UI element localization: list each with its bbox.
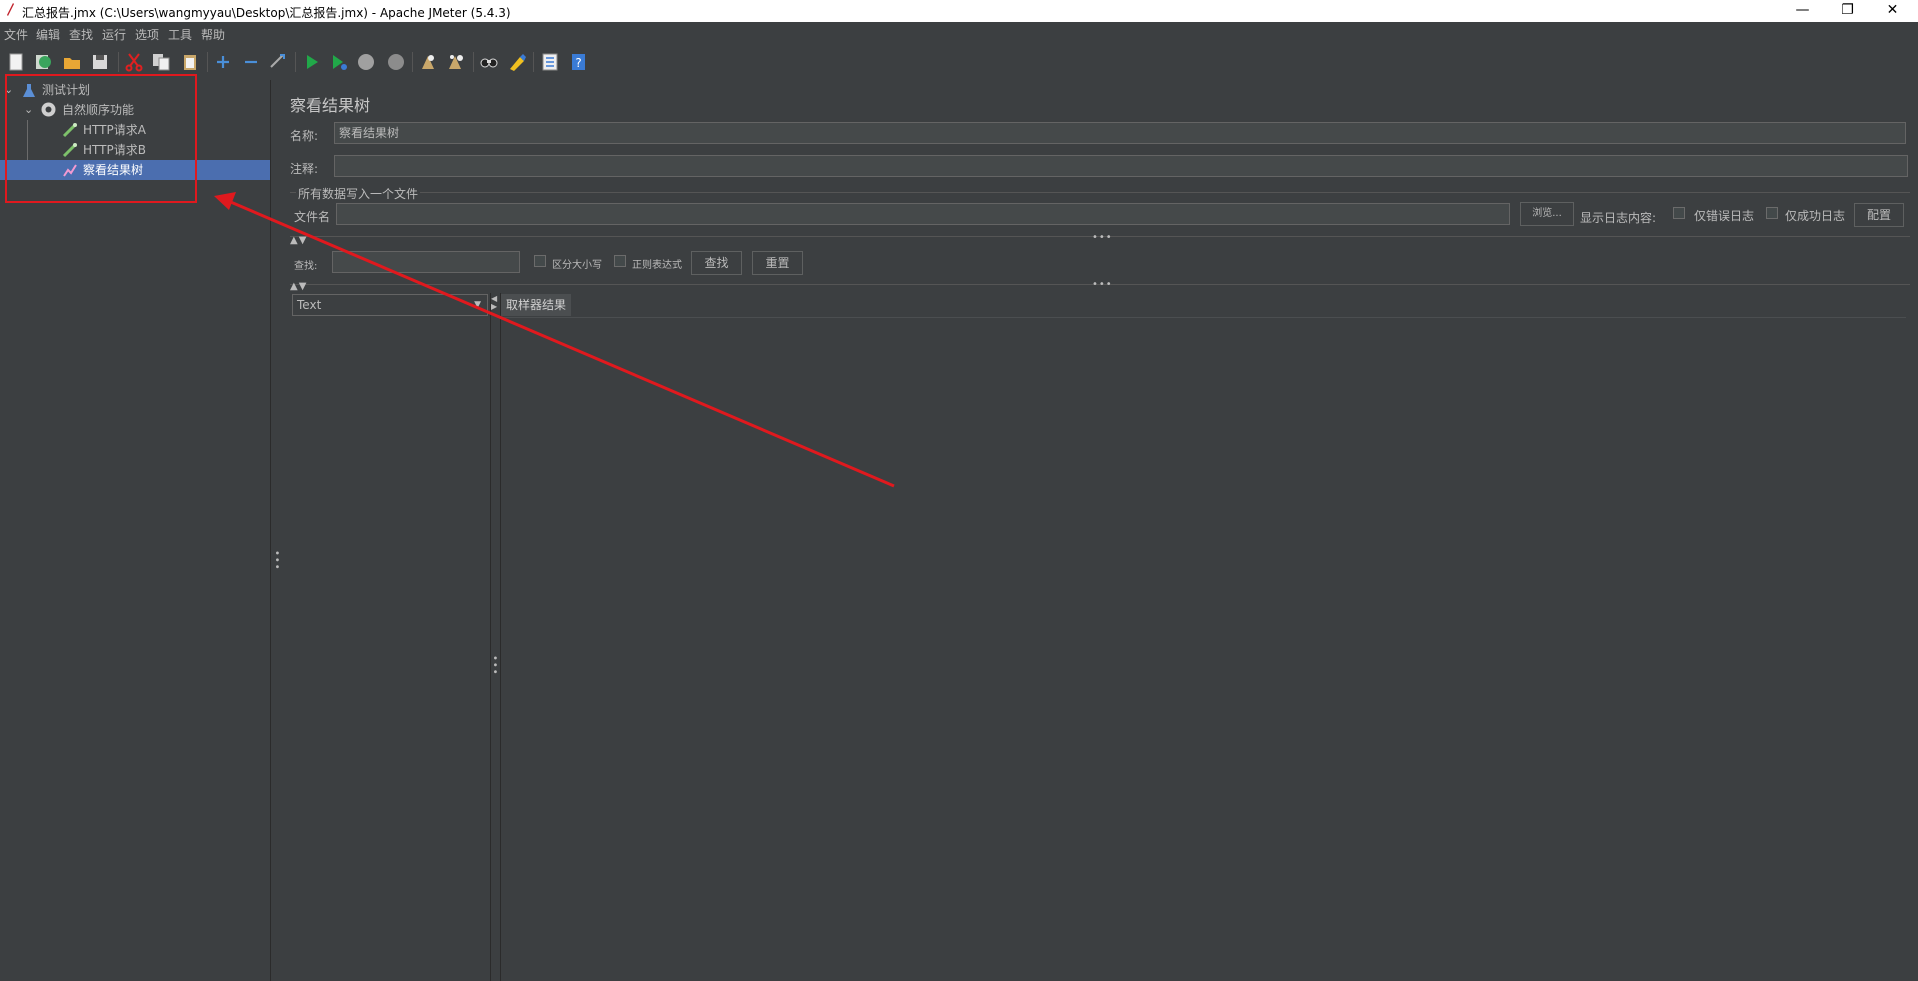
errors-only-checkbox[interactable] <box>1673 207 1685 219</box>
clear-all-icon[interactable] <box>446 52 466 72</box>
new-icon[interactable] <box>6 52 26 72</box>
success-only-checkbox[interactable] <box>1766 207 1778 219</box>
minimize-button[interactable]: — <box>1780 0 1825 22</box>
success-only-label: 仅成功日志 <box>1785 209 1846 223</box>
renderer-select-value: Text <box>297 298 322 312</box>
comment-input[interactable] <box>334 155 1908 177</box>
svg-text:?: ? <box>575 56 581 70</box>
test-plan-icon <box>23 84 35 97</box>
menu-file[interactable]: 文件 <box>4 26 28 43</box>
file-group-title: 所有数据写入一个文件 <box>296 185 421 202</box>
chevron-down-icon[interactable]: ⌄ <box>24 103 33 116</box>
renderer-select[interactable]: Text ▼ <box>292 294 488 316</box>
collapse-arrows-icon[interactable]: ◀ ▶ <box>491 295 498 311</box>
collapse-icon[interactable] <box>241 52 261 72</box>
tree-splitter[interactable]: ••• <box>270 80 282 981</box>
tree-item-http-a[interactable]: HTTP请求A <box>83 120 146 140</box>
toolbar-separator <box>412 52 413 72</box>
restore-button[interactable]: ❐ <box>1825 0 1870 22</box>
tree-item-selected-row[interactable]: 察看结果树 <box>0 160 270 180</box>
filename-input[interactable] <box>336 203 1510 225</box>
toggle-icon[interactable] <box>268 52 288 72</box>
search-icon[interactable] <box>479 52 499 72</box>
menu-search[interactable]: 查找 <box>69 26 93 43</box>
menu-help[interactable]: 帮助 <box>201 26 225 43</box>
save-icon[interactable] <box>90 52 110 72</box>
drag-handle-icon[interactable]: ••• <box>489 655 500 676</box>
tree-item-thread-group[interactable]: 自然顺序功能 <box>62 100 134 120</box>
menu-options[interactable]: 选项 <box>135 26 159 43</box>
open-icon[interactable] <box>62 52 82 72</box>
cut-icon[interactable] <box>124 52 144 72</box>
sampler-icon <box>62 143 77 158</box>
toolbar-separator <box>473 52 474 72</box>
menu-run[interactable]: 运行 <box>102 26 126 43</box>
listener-icon <box>63 164 77 177</box>
regex-label: 正则表达式 <box>632 260 682 271</box>
search-label: 查找: <box>294 261 318 272</box>
search-input[interactable] <box>332 251 520 273</box>
start-no-pause-icon[interactable] <box>329 52 349 72</box>
test-plan-tree: ⌄ 测试计划 ⌄ 自然顺序功能 HTTP请求A HTTP请求B 察看结果树 <box>0 80 270 981</box>
regex-checkbox[interactable] <box>614 255 626 267</box>
errors-only-label: 仅错误日志 <box>1694 209 1755 223</box>
dropdown-arrow-icon: ▼ <box>474 300 481 310</box>
paste-icon[interactable] <box>180 52 200 72</box>
shutdown-icon[interactable] <box>386 52 406 72</box>
menu-tools[interactable]: 工具 <box>168 26 192 43</box>
clear-icon[interactable] <box>418 52 438 72</box>
drag-handle-icon[interactable]: ••• <box>1092 232 1113 243</box>
toolbar-separator <box>207 52 208 72</box>
tree-item-http-b[interactable]: HTTP请求B <box>83 140 146 160</box>
thread-group-icon <box>41 102 56 117</box>
toolbar-separator <box>295 52 296 72</box>
tree-item-listener: 察看结果树 <box>83 163 144 177</box>
collapse-arrows-icon[interactable]: ▲▼ <box>290 281 307 292</box>
start-icon[interactable] <box>302 52 322 72</box>
window-title: 汇总报告.jmx (C:\Users\wangmyyau\Desktop\汇总报… <box>22 6 511 20</box>
drag-handle-icon[interactable]: ••• <box>1092 279 1113 290</box>
file-group-border <box>290 192 1910 193</box>
panel-title: 察看结果树 <box>290 96 371 115</box>
toolbar: ? <box>0 44 1918 80</box>
expand-icon[interactable] <box>213 52 233 72</box>
title-bar: 汇总报告.jmx (C:\Users\wangmyyau\Desktop\汇总报… <box>0 0 1918 22</box>
configure-button[interactable]: 配置 <box>1854 203 1904 227</box>
results-splitter[interactable]: ◀ ▶ ••• <box>489 293 501 981</box>
sampler-icon <box>62 123 77 138</box>
find-button[interactable]: 查找 <box>691 251 742 275</box>
log-display-label: 显示日志内容: <box>1580 211 1657 225</box>
name-label: 名称: <box>290 129 319 143</box>
tree-item-test-plan[interactable]: 测试计划 <box>42 80 90 100</box>
reset-search-icon[interactable] <box>507 52 527 72</box>
menu-edit[interactable]: 编辑 <box>36 26 60 43</box>
tab-underline <box>501 317 1906 318</box>
case-sensitive-checkbox[interactable] <box>534 255 546 267</box>
stop-icon[interactable] <box>356 52 376 72</box>
menu-bar: 文件 编辑 查找 运行 选项 工具 帮助 <box>0 22 1918 44</box>
copy-icon[interactable] <box>151 52 171 72</box>
templates-icon[interactable] <box>33 52 53 72</box>
help-icon[interactable]: ? <box>568 52 588 72</box>
close-button[interactable]: ✕ <box>1870 0 1915 22</box>
listener-panel: 察看结果树 名称: 察看结果树 注释: 所有数据写入一个文件 文件名 浏览...… <box>280 80 1918 981</box>
function-helper-icon[interactable] <box>540 52 560 72</box>
case-sensitive-label: 区分大小写 <box>552 260 602 271</box>
name-input[interactable]: 察看结果树 <box>334 122 1906 144</box>
reset-button[interactable]: 重置 <box>752 251 803 275</box>
filename-label: 文件名 <box>294 210 331 224</box>
tab-sampler-result[interactable]: 取样器结果 <box>501 294 571 316</box>
comment-label: 注释: <box>290 162 319 176</box>
toolbar-separator <box>533 52 534 72</box>
browse-button[interactable]: 浏览... <box>1520 202 1574 226</box>
toolbar-separator <box>118 52 119 72</box>
collapse-arrows-icon[interactable]: ▲▼ <box>290 235 307 246</box>
jmeter-feather-icon <box>7 3 14 16</box>
chevron-down-icon[interactable]: ⌄ <box>4 83 13 96</box>
